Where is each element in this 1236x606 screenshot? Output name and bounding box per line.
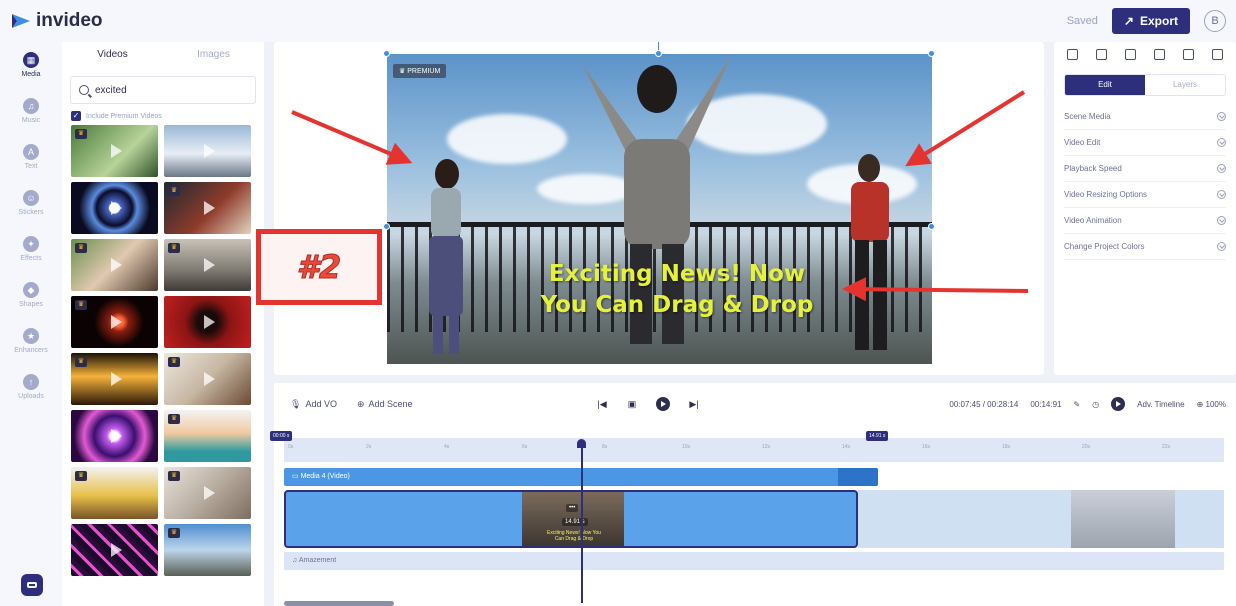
microphone-icon: 🎙 [290, 398, 302, 409]
row-label: Video Resizing Options [1064, 190, 1148, 199]
ruler-tick: 6s [522, 444, 528, 450]
add-vo-button[interactable]: 🎙 Add VO [290, 399, 337, 410]
zoom-control[interactable]: ⊕ 100% [1197, 400, 1226, 409]
audio-track[interactable]: ♫ Amazement [284, 552, 1224, 570]
scene-media-row[interactable]: Scene Media [1064, 104, 1226, 130]
end-time-tag: 14.91 s [866, 431, 889, 441]
skip-forward-icon[interactable]: ▶| [688, 398, 700, 410]
video-edit-row[interactable]: Video Edit [1064, 130, 1226, 156]
ruler-tick: 12s [762, 444, 771, 450]
next-scene-thumbnail[interactable] [1071, 490, 1175, 548]
add-scene-label: Add Scene [368, 399, 413, 409]
media-track-label: Media 4 (Video) [300, 473, 350, 480]
chevron-down-icon [1217, 138, 1226, 147]
arrow-to-woman [291, 110, 413, 165]
start-time-tag: 00:00 s [270, 431, 293, 441]
zoom-value: 100% [1205, 399, 1226, 409]
scene-duration[interactable]: 00:14:91 [1030, 400, 1061, 409]
ruler-tick: 14s [842, 444, 851, 450]
add-scene-button[interactable]: ⊕ Add Scene [357, 399, 413, 410]
layer-up-icon[interactable] [1096, 48, 1107, 60]
playhead[interactable] [578, 439, 585, 603]
video-camera-icon: ▭ [292, 473, 301, 480]
ruler-tick: 16s [922, 444, 931, 450]
clock-icon[interactable]: ◷ [1092, 400, 1099, 409]
music-note-icon: ♫ [292, 557, 299, 564]
ruler-tick: 2s [366, 444, 372, 450]
arrow-to-man [905, 90, 1026, 167]
tab-layers[interactable]: Layers [1145, 75, 1225, 95]
plus-circle-icon: ⊕ [356, 398, 365, 409]
skip-back-icon[interactable]: |◀ [596, 398, 608, 410]
layer-down-icon[interactable] [1125, 48, 1136, 60]
ruler-tick: 20s [1082, 444, 1091, 450]
time-ruler[interactable]: 0s 2s 4s 6s 8s 10s 12s 14s 16s 18s 20s 2… [284, 438, 1224, 462]
time-readout: 00:07:45 / 00:28:14 [949, 399, 1019, 409]
audio-track-label: Amazement [298, 557, 337, 564]
row-label: Scene Media [1064, 112, 1111, 121]
chevron-down-icon [1217, 190, 1226, 199]
row-label: Change Project Colors [1064, 242, 1145, 251]
timeline-scrollbar[interactable] [284, 601, 394, 606]
undo-icon[interactable] [1154, 48, 1165, 60]
video-clip-track[interactable]: ••• 14.91 s Exciting News! Now You Can D… [284, 490, 858, 548]
playback-speed-row[interactable]: Playback Speed [1064, 156, 1226, 182]
clip-menu-icon[interactable]: ••• [566, 504, 579, 512]
arrow-to-chair [842, 277, 1029, 302]
row-label: Playback Speed [1064, 164, 1122, 173]
chevron-down-icon [1217, 216, 1226, 225]
project-colors-row[interactable]: Change Project Colors [1064, 234, 1226, 260]
add-vo-label: Add VO [305, 399, 337, 409]
ruler-tick: 10s [682, 444, 691, 450]
edit-pencil-icon[interactable]: ✎ [1073, 400, 1080, 409]
row-label: Video Animation [1064, 216, 1122, 225]
scene-preview-icon[interactable]: ▣ [626, 398, 638, 410]
timeline-panel: 🎙 Add VO ⊕ Add Scene |◀ ▣ ▶| 00:07:45 / 00… [270, 383, 1236, 606]
delete-icon[interactable] [1212, 48, 1223, 60]
ruler-tick: 4s [444, 444, 450, 450]
clip-caption: Exciting News! Now You Can Drag & Drop [547, 530, 601, 542]
ruler-tick: 8s [602, 444, 608, 450]
redo-icon[interactable] [1183, 48, 1194, 60]
video-resizing-row[interactable]: Video Resizing Options [1064, 182, 1226, 208]
clip-duration: 14.91 s [562, 518, 588, 526]
preview-play-button[interactable] [1111, 397, 1126, 411]
row-label: Video Edit [1064, 138, 1101, 147]
chevron-down-icon [1217, 112, 1226, 121]
adv-timeline-toggle[interactable]: Adv. Timeline [1137, 400, 1184, 409]
ruler-tick: 18s [1002, 444, 1011, 450]
zoom-icon: ⊕ [1196, 399, 1206, 409]
track-trim-handle[interactable] [838, 468, 878, 486]
ruler-tick: 22s [1162, 444, 1171, 450]
chevron-down-icon [1217, 164, 1226, 173]
video-animation-row[interactable]: Video Animation [1064, 208, 1226, 234]
play-button[interactable] [656, 397, 670, 411]
grid-icon[interactable] [1067, 48, 1078, 60]
chevron-down-icon [1217, 242, 1226, 251]
tab-edit[interactable]: Edit [1065, 75, 1145, 95]
properties-panel: Edit Layers Scene Media Video Edit Playb… [1054, 42, 1236, 375]
ruler-tick: 0s [288, 444, 294, 450]
